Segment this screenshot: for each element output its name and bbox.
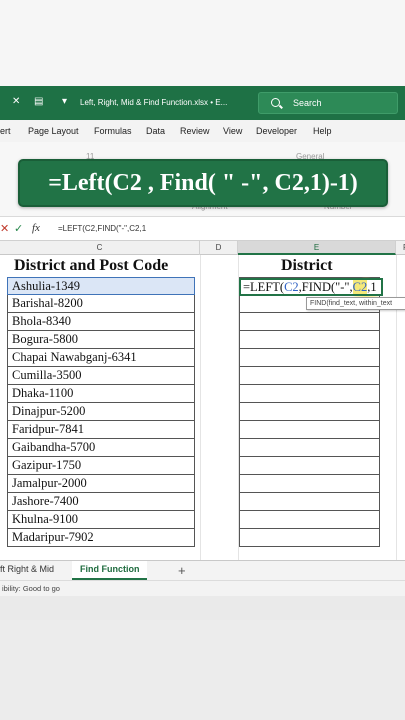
status-bar: ibility: Good to go	[0, 580, 405, 596]
cell-c15[interactable]: Khulna-9100	[7, 511, 195, 529]
chevron-down-icon[interactable]: ▾	[62, 96, 67, 107]
formula-bar: ✕ ✓ fx =LEFT(C2,FIND("-",C2,1	[0, 217, 405, 241]
formula-part: 1	[370, 280, 377, 294]
menu-item-formulas[interactable]: Formulas	[94, 126, 132, 136]
search-box[interactable]: Search	[258, 92, 398, 114]
cell-c12[interactable]: Gazipur-1750	[7, 457, 195, 475]
gridline	[200, 255, 201, 560]
formula-part: ,FIND("-",	[298, 280, 353, 294]
formula-part: =LEFT(	[243, 280, 285, 294]
cell-c13[interactable]: Jamalpur-2000	[7, 475, 195, 493]
blurred-background-top	[0, 0, 405, 86]
formula-banner: =Left(C2 , Find( " -", C2,1)-1)	[18, 159, 388, 207]
menu-bar: ert Page Layout Formulas Data Review Vie…	[0, 120, 405, 142]
accessibility-status[interactable]: ibility: Good to go	[2, 584, 60, 593]
cell-c6[interactable]: Chapai Nawabganj-6341	[7, 349, 195, 367]
menu-item-insert[interactable]: ert	[0, 126, 11, 136]
cell-c4[interactable]: Bhola-8340	[7, 313, 195, 331]
formula-ref-c2-highlighted: C2	[352, 280, 368, 294]
active-cell-e2-editing[interactable]: =LEFT(C2,FIND("-",C2,1	[239, 278, 383, 296]
worksheet[interactable]: District and Post Code District Ashulia-…	[0, 255, 405, 560]
cell-c16[interactable]: Madaripur-7902	[7, 529, 195, 547]
menu-item-developer[interactable]: Developer	[256, 126, 297, 136]
cell-e8[interactable]	[239, 385, 380, 403]
insert-function-icon[interactable]: fx	[32, 222, 40, 234]
title-bar: ✕ ▤ ▾ Left, Right, Mid & Find Function.x…	[0, 86, 405, 120]
menu-item-view[interactable]: View	[223, 126, 242, 136]
cell-e15[interactable]	[239, 511, 380, 529]
cell-e4[interactable]	[239, 313, 380, 331]
cell-e10[interactable]	[239, 421, 380, 439]
search-icon	[271, 98, 280, 107]
column-headers: C D E F	[0, 241, 405, 255]
cell-e13[interactable]	[239, 475, 380, 493]
window-title: Left, Right, Mid & Find Function.xlsx • …	[80, 98, 228, 107]
close-icon[interactable]: ✕	[12, 96, 20, 107]
cell-e6[interactable]	[239, 349, 380, 367]
cell-c8[interactable]: Dhaka-1100	[7, 385, 195, 403]
function-tooltip[interactable]: FIND(find_text, within_text	[306, 297, 405, 310]
menu-item-review[interactable]: Review	[180, 126, 210, 136]
blurred-background-bottom	[0, 620, 405, 720]
formula-input[interactable]: =LEFT(C2,FIND("-",C2,1	[58, 224, 146, 233]
tab-left-right-mid[interactable]: ft Right & Mid	[0, 561, 54, 580]
enter-icon[interactable]: ✓	[14, 222, 23, 235]
cell-e5[interactable]	[239, 331, 380, 349]
sheet-tab-bar: ft Right & Mid Find Function +	[0, 560, 405, 580]
cell-e16[interactable]	[239, 529, 380, 547]
cell-e12[interactable]	[239, 457, 380, 475]
menu-item-data[interactable]: Data	[146, 126, 165, 136]
column-header-f[interactable]: F	[396, 241, 405, 255]
cell-c14[interactable]: Jashore-7400	[7, 493, 195, 511]
cancel-icon[interactable]: ✕	[0, 222, 9, 235]
search-placeholder: Search	[293, 98, 322, 108]
tab-find-function[interactable]: Find Function	[72, 561, 148, 580]
formula-ref-c2: C2	[284, 280, 299, 294]
cell-e11[interactable]	[239, 439, 380, 457]
cell-c7[interactable]: Cumilla-3500	[7, 367, 195, 385]
menu-item-page-layout[interactable]: Page Layout	[28, 126, 79, 136]
banner-text: =Left(C2 , Find( " -", C2,1)-1)	[48, 170, 358, 196]
cell-e9[interactable]	[239, 403, 380, 421]
cell-e14[interactable]	[239, 493, 380, 511]
cell-c5[interactable]: Bogura-5800	[7, 331, 195, 349]
folder-icon[interactable]: ▤	[34, 96, 43, 107]
cell-c9[interactable]: Dinajpur-5200	[7, 403, 195, 421]
add-sheet-icon[interactable]: +	[178, 563, 186, 578]
cell-c2[interactable]: Ashulia-1349	[7, 277, 195, 295]
cell-e7[interactable]	[239, 367, 380, 385]
column-header-c[interactable]: C	[0, 241, 200, 255]
header-district-and-post-code: District and Post Code	[14, 257, 169, 274]
cell-c10[interactable]: Faridpur-7841	[7, 421, 195, 439]
column-header-e[interactable]: E	[238, 241, 396, 255]
cell-c11[interactable]: Gaibandha-5700	[7, 439, 195, 457]
cell-c3[interactable]: Barishal-8200	[7, 295, 195, 313]
menu-item-help[interactable]: Help	[313, 126, 332, 136]
header-district: District	[281, 257, 333, 274]
column-header-d[interactable]: D	[200, 241, 238, 255]
